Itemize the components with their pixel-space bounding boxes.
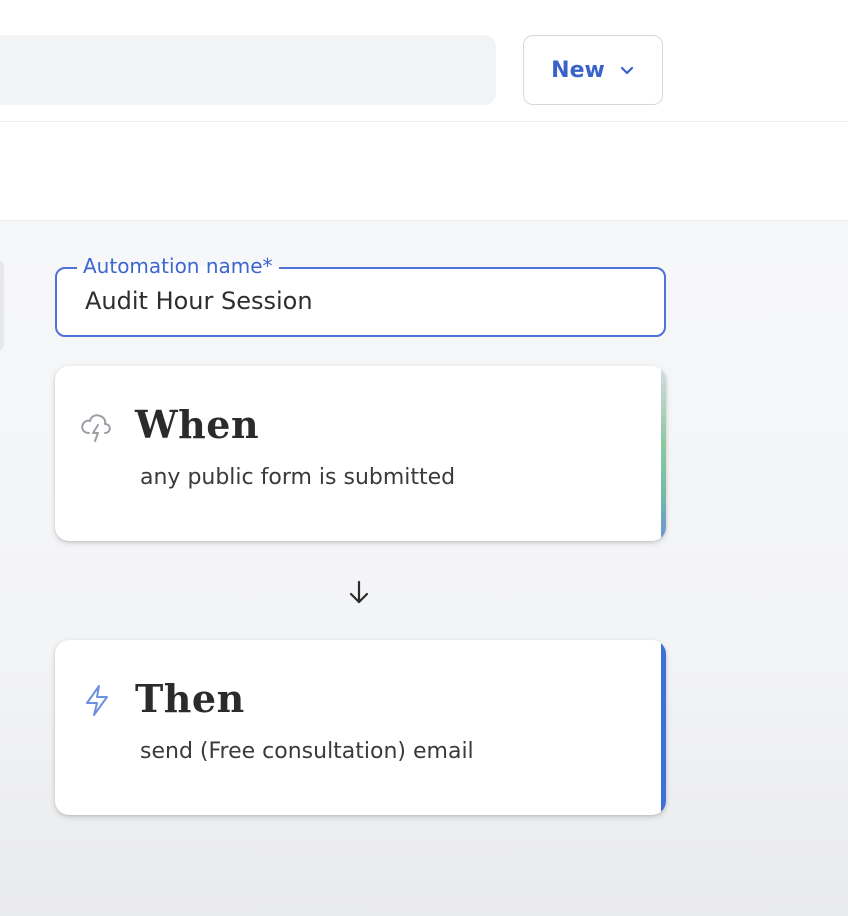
lightning-bolt-icon bbox=[86, 685, 108, 716]
side-panel-edge bbox=[0, 260, 4, 350]
arrow-down-icon bbox=[349, 580, 369, 604]
action-card[interactable]: Then send (Free consultation) email bbox=[55, 640, 666, 815]
automation-name-label: Automation name* bbox=[77, 253, 279, 279]
new-button-label: New bbox=[551, 57, 605, 83]
toolbar-band bbox=[0, 122, 848, 221]
automation-name-input[interactable] bbox=[85, 287, 645, 315]
cloud-lightning-icon bbox=[81, 414, 111, 442]
new-button[interactable]: New bbox=[523, 35, 663, 105]
action-accent-bar bbox=[661, 640, 666, 815]
chevron-down-icon bbox=[620, 66, 633, 75]
trigger-description: any public form is submitted bbox=[140, 465, 456, 490]
trigger-card[interactable]: When any public form is submitted bbox=[55, 366, 666, 541]
automation-editor-page: New Automation name* When any public for… bbox=[0, 0, 848, 916]
top-bar: New bbox=[0, 0, 848, 122]
action-description: send (Free consultation) email bbox=[140, 739, 474, 764]
trigger-title: When bbox=[135, 402, 260, 447]
search-input[interactable] bbox=[0, 35, 496, 105]
trigger-accent-bar bbox=[661, 366, 666, 541]
action-title: Then bbox=[135, 676, 245, 721]
automation-name-field[interactable]: Automation name* bbox=[55, 253, 666, 337]
